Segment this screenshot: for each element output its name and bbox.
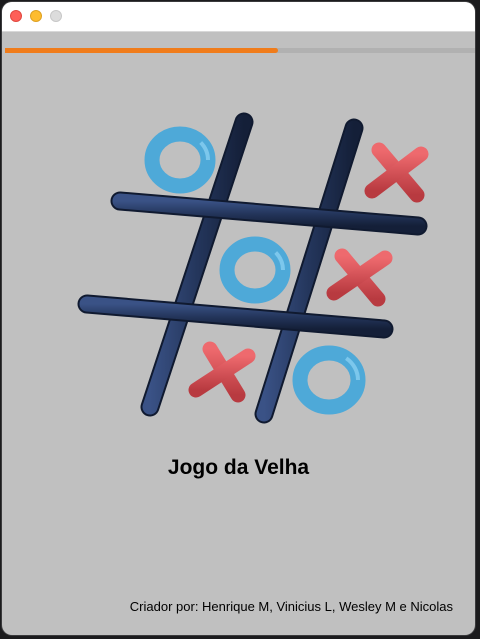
minimize-icon[interactable] [30, 10, 42, 22]
x-piece [364, 142, 429, 203]
tic-tac-toe-logo [77, 112, 429, 424]
loading-progress-bar [5, 48, 475, 53]
app-window: Jogo da Velha Criador por: Henrique M, V… [2, 2, 475, 635]
maximize-icon[interactable] [50, 10, 62, 22]
o-piece [292, 345, 366, 415]
title-bar [2, 2, 475, 32]
credits-text: Criador por: Henrique M, Vinicius L, Wes… [129, 599, 453, 614]
x-piece [188, 341, 256, 403]
close-icon[interactable] [10, 10, 22, 22]
o-piece [144, 126, 216, 194]
game-title: Jogo da Velha [167, 456, 310, 479]
loading-progress-fill [5, 48, 278, 53]
x-piece [326, 248, 393, 307]
o-piece [219, 236, 291, 304]
